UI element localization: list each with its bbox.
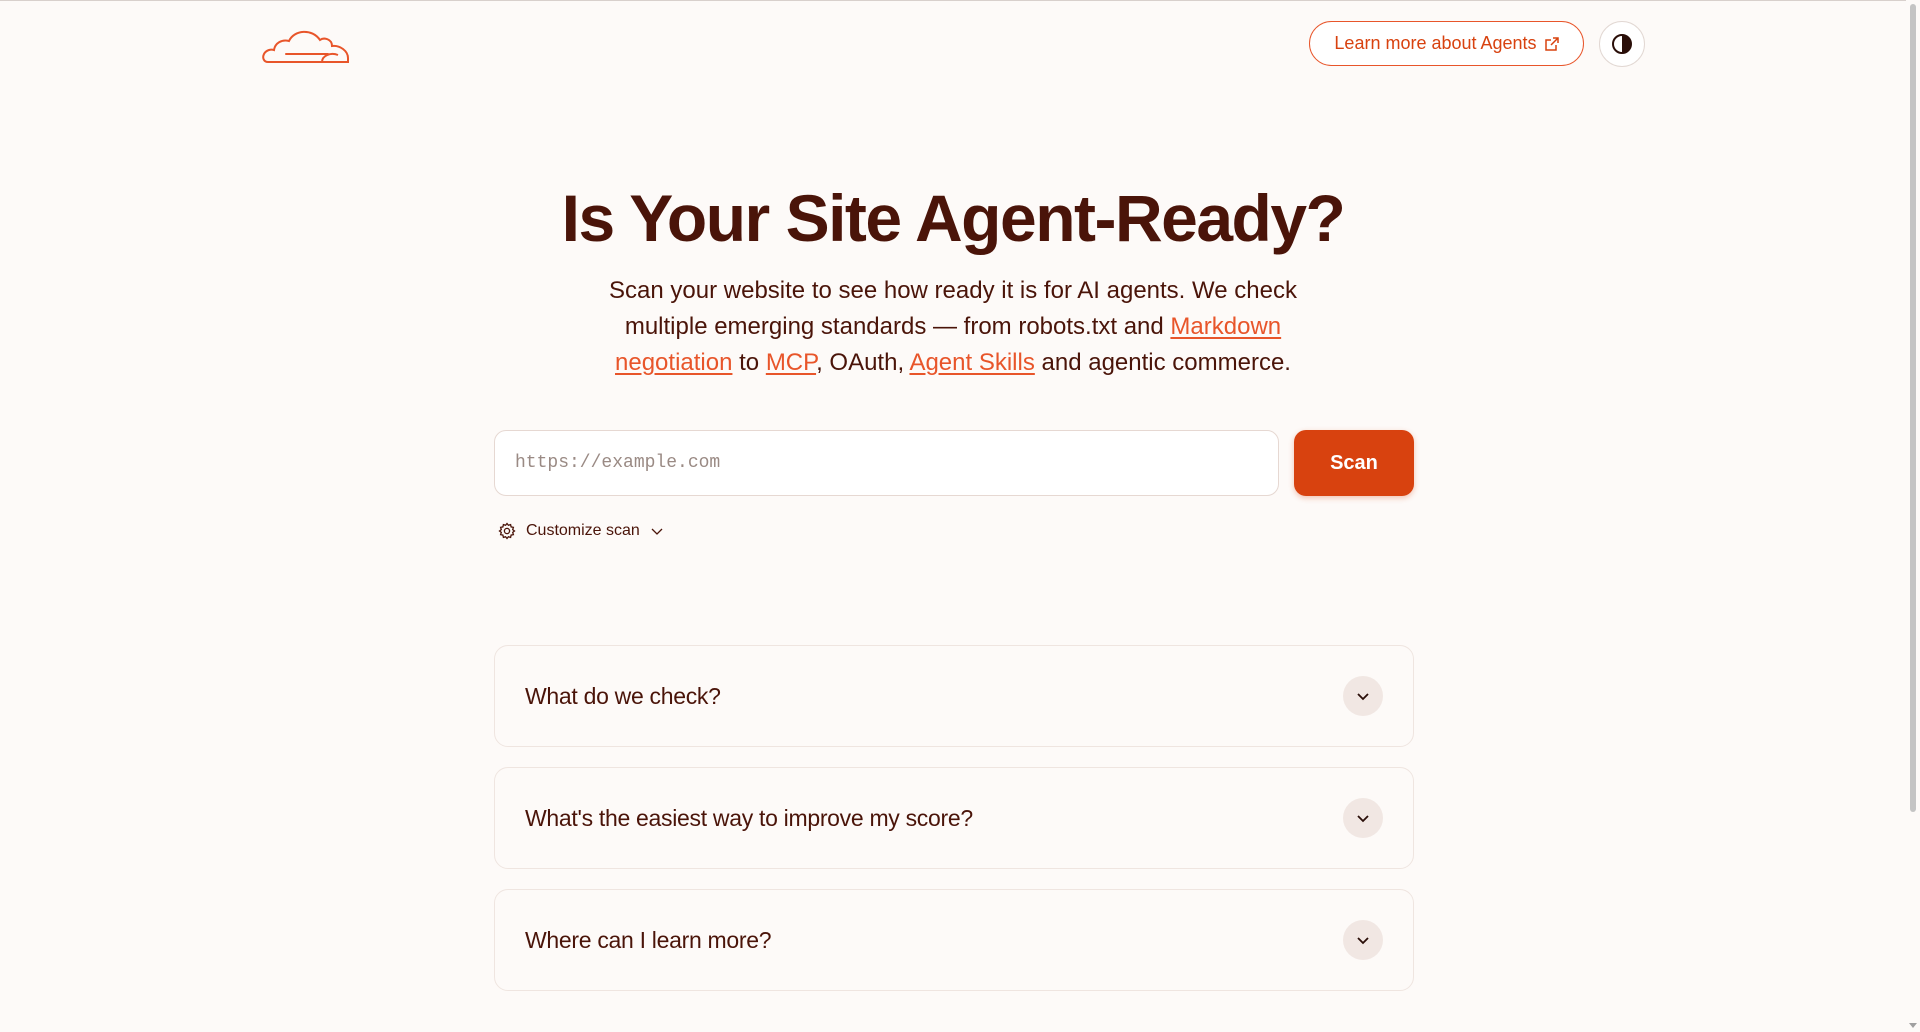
mcp-link[interactable]: MCP xyxy=(766,349,816,376)
cloudflare-cloud-icon[interactable] xyxy=(262,22,350,66)
top-divider xyxy=(0,0,1906,1)
chevron-down-icon xyxy=(1357,693,1369,701)
contrast-icon xyxy=(1612,34,1632,54)
faq-question: What's the easiest way to improve my sco… xyxy=(525,804,973,831)
subtitle-text-2: to xyxy=(732,349,766,376)
faq-question: What do we check? xyxy=(525,682,721,709)
chevron-down-icon xyxy=(1357,815,1369,823)
vertical-scrollbar[interactable] xyxy=(1906,0,1920,1032)
scroll-down-arrow-icon[interactable] xyxy=(1908,1022,1918,1030)
url-input[interactable] xyxy=(494,430,1279,496)
chevron-down-icon xyxy=(1357,937,1369,945)
scrollbar-thumb[interactable] xyxy=(1910,4,1916,812)
chevron-down-icon xyxy=(651,528,663,535)
hero-subtitle: Scan your website to see how ready it is… xyxy=(600,273,1306,381)
gear-icon xyxy=(498,522,516,540)
theme-toggle-button[interactable] xyxy=(1599,21,1645,67)
page: Learn more about Agents Is Your Site Age… xyxy=(0,0,1920,1032)
learn-more-agents-link[interactable]: Learn more about Agents xyxy=(1309,21,1584,66)
learn-more-label: Learn more about Agents xyxy=(1334,33,1537,53)
faq-expand-button[interactable] xyxy=(1343,676,1383,716)
page-title: Is Your Site Agent-Ready? xyxy=(561,181,1346,255)
faq-item-improve-score[interactable]: What's the easiest way to improve my sco… xyxy=(494,767,1414,869)
faq-question: Where can I learn more? xyxy=(525,926,772,953)
faq-expand-button[interactable] xyxy=(1343,798,1383,838)
faq-item-what-we-check[interactable]: What do we check? xyxy=(494,645,1414,747)
external-link-icon xyxy=(1544,36,1559,51)
customize-scan-label: Customize scan xyxy=(526,522,640,539)
agent-skills-link[interactable]: Agent Skills xyxy=(909,349,1034,376)
faq-expand-button[interactable] xyxy=(1343,920,1383,960)
scan-button[interactable]: Scan xyxy=(1294,430,1414,496)
customize-scan-toggle[interactable]: Customize scan xyxy=(498,522,664,540)
faq-item-learn-more[interactable]: Where can I learn more? xyxy=(494,889,1414,991)
subtitle-text-4: and agentic commerce. xyxy=(1034,349,1291,376)
subtitle-text-3: , OAuth, xyxy=(816,349,910,376)
